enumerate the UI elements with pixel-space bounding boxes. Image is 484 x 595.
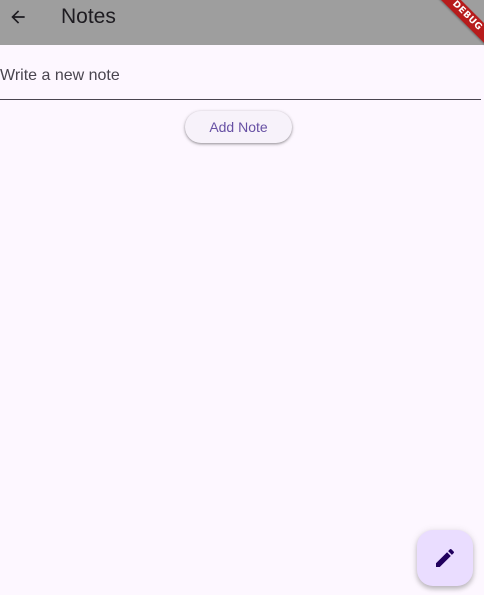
- arrow-back-icon: [11, 10, 25, 24]
- notes-screen: Notes DEBUG Add Note: [0, 0, 484, 595]
- back-button[interactable]: [4, 3, 32, 31]
- app-bar: Notes: [0, 0, 484, 45]
- edit-fab[interactable]: [417, 530, 473, 586]
- page-title: Notes: [61, 5, 116, 28]
- note-input[interactable]: [0, 64, 470, 88]
- edit-pencil-icon: [436, 548, 455, 567]
- note-field: [0, 52, 481, 100]
- add-note-button[interactable]: Add Note: [185, 111, 292, 143]
